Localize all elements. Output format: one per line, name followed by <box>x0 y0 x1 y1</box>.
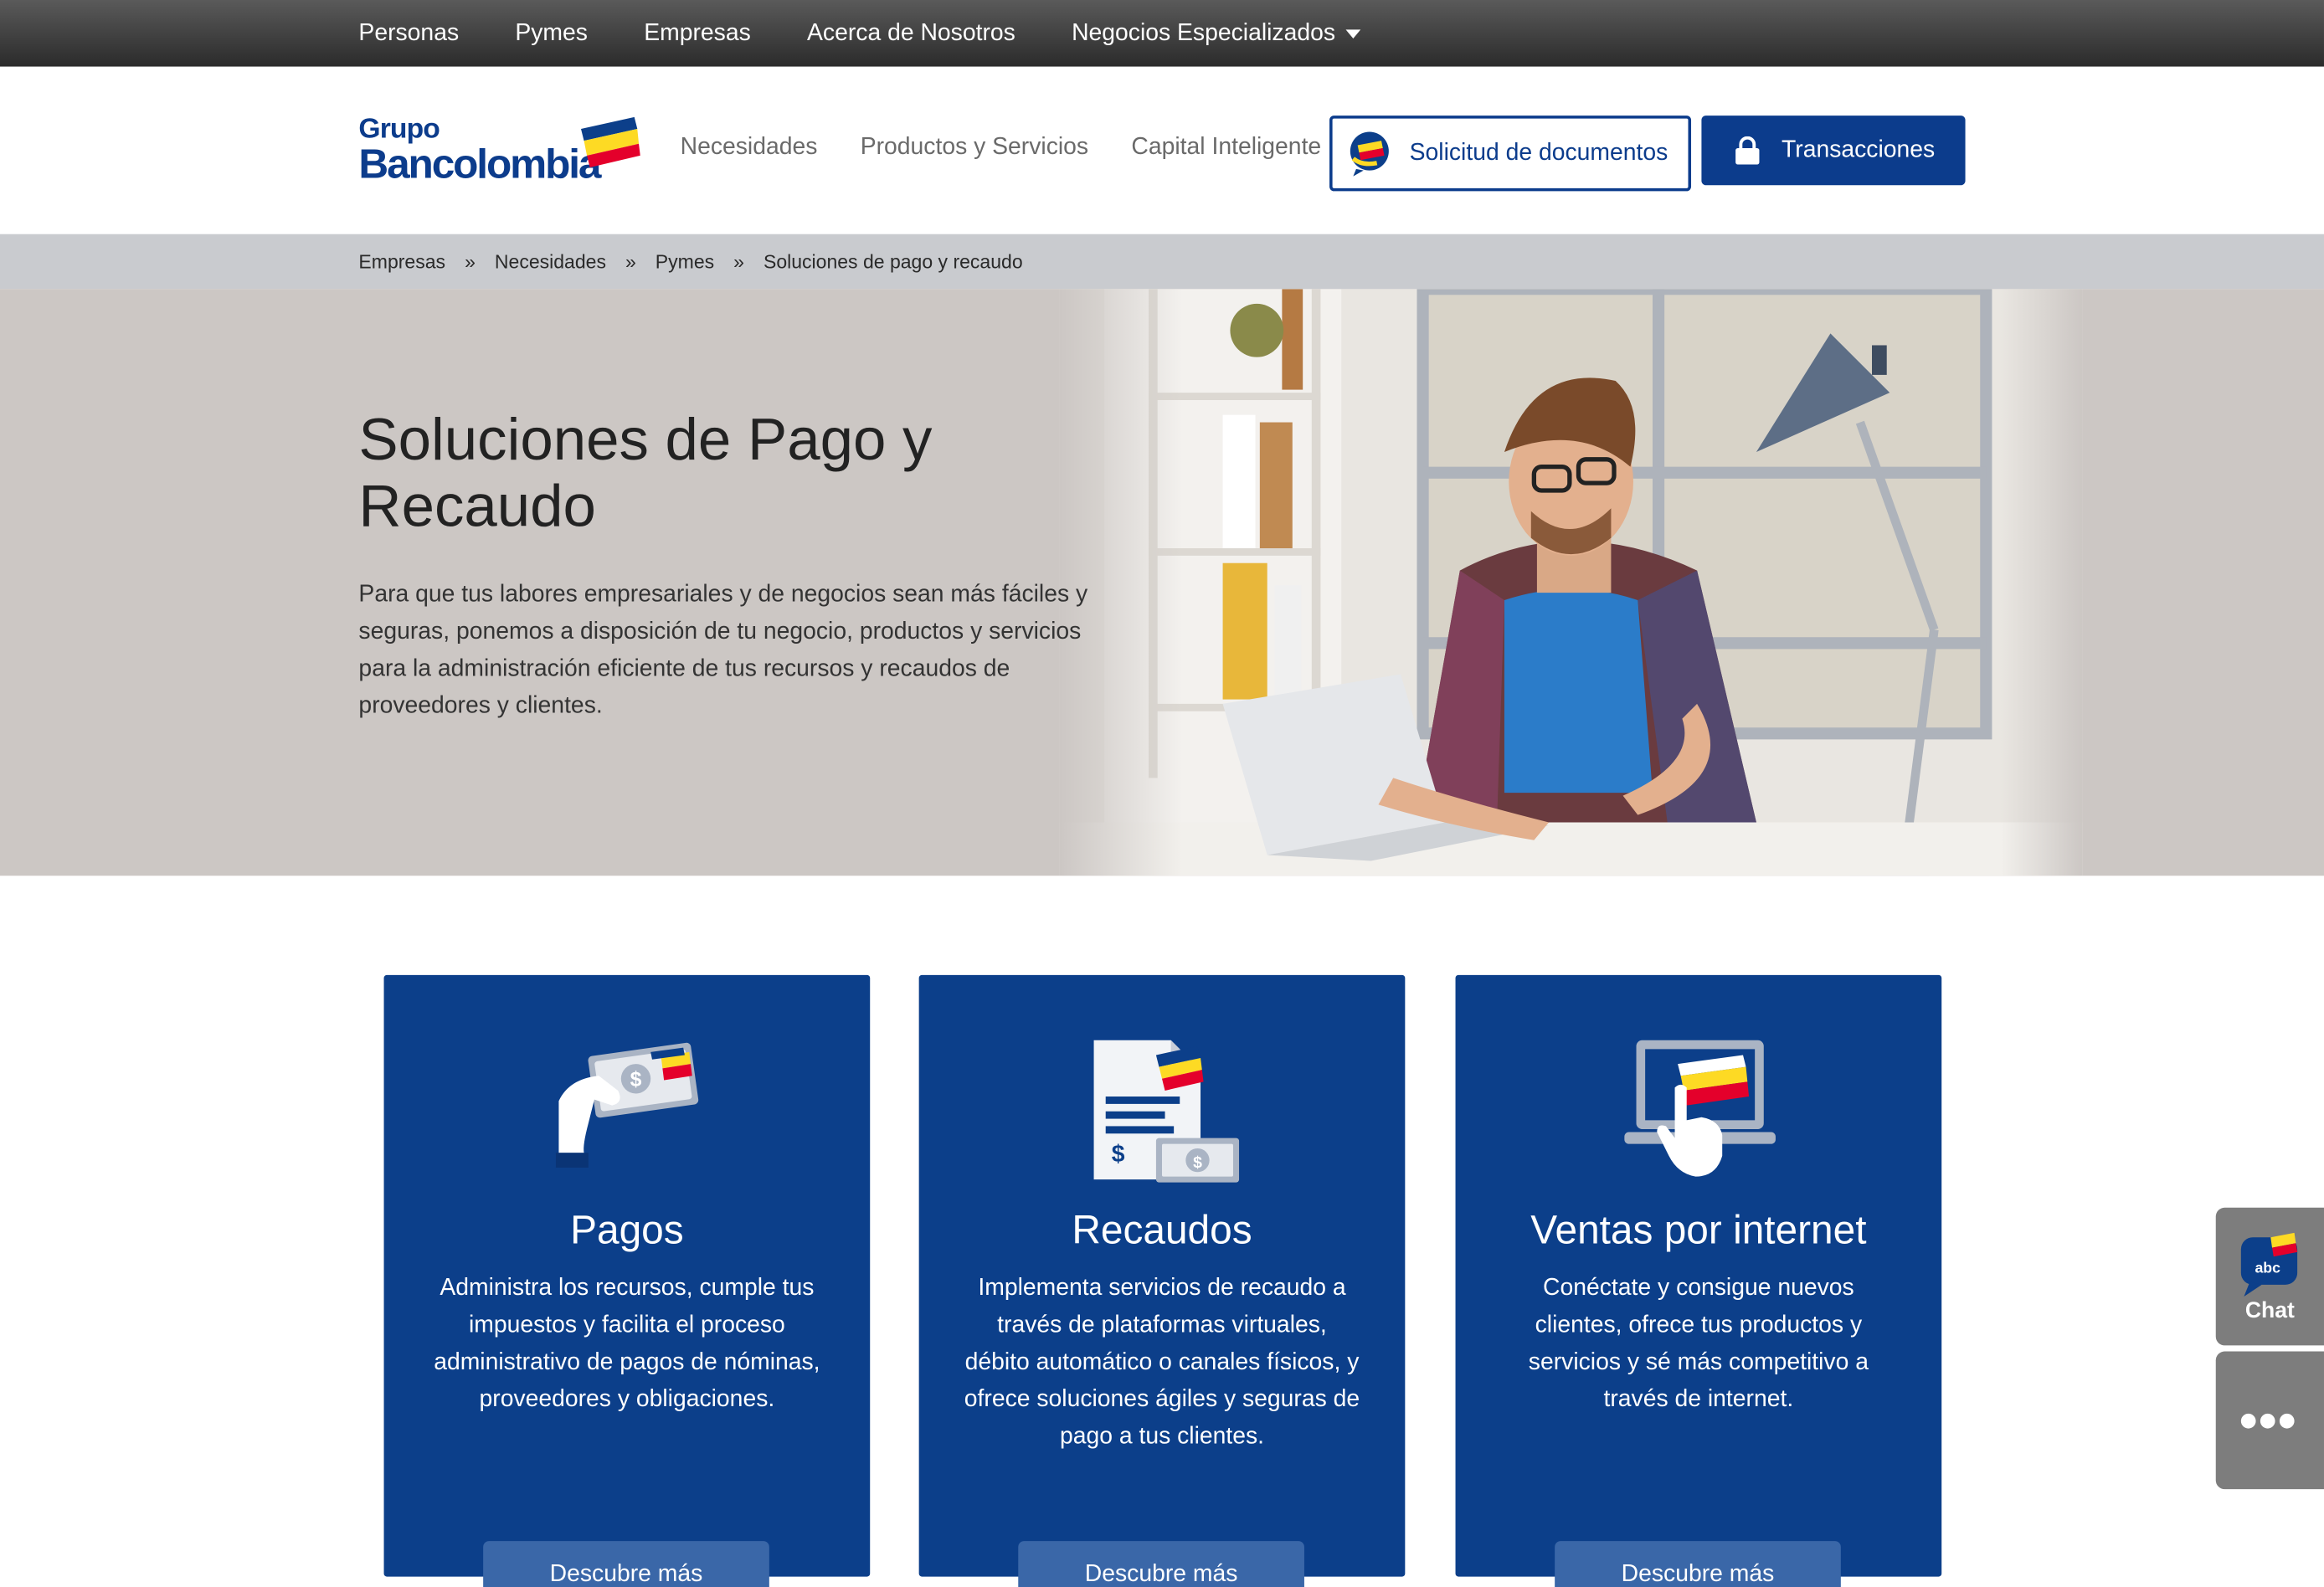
top-nav-negocios-label: Negocios Especializados <box>1072 19 1335 45</box>
logo-line-2: Bancolombia <box>358 141 601 187</box>
nav-capital-inteligente[interactable]: Capital Inteligente <box>1131 135 1321 162</box>
breadcrumb-current: Soluciones de pago y recaudo <box>763 250 1023 273</box>
bancolombia-logo[interactable]: Grupo Bancolombia <box>358 114 640 188</box>
top-nav: Personas Pymes Empresas Acerca de Nosotr… <box>358 0 1417 67</box>
chat-label: Chat <box>2244 1297 2295 1323</box>
card-pagos: $ Pagos Administra los recursos, cumple … <box>383 974 871 1587</box>
card-recaudos-text: Implementa servicios de recaudo a través… <box>964 1276 1360 1450</box>
chat-widget-button[interactable]: abc Chat <box>2215 1207 2324 1346</box>
site-header: Grupo Bancolombia Necesidades Productos … <box>0 66 2324 234</box>
top-nav-acerca[interactable]: Acerca de Nosotros <box>807 20 1015 47</box>
breadcrumb-separator: » <box>465 250 476 273</box>
breadcrumb-separator: » <box>625 250 636 273</box>
top-nav-pymes[interactable]: Pymes <box>515 20 588 47</box>
hero-banner: Soluciones de Pago y Recaudo Para que tu… <box>0 289 2324 876</box>
svg-text:$: $ <box>630 1069 642 1091</box>
card-ventas-internet: Ventas por internet Conéctate y consigue… <box>1455 974 1942 1587</box>
card-ventas-title: Ventas por internet <box>1530 1207 1867 1252</box>
ellipsis-icon <box>2240 1413 2299 1429</box>
more-options-button[interactable] <box>2215 1351 2324 1490</box>
logo-flag-icon <box>580 116 640 168</box>
card-pagos-more-button[interactable]: Descubre más <box>483 1541 769 1587</box>
caret-down-icon <box>1345 28 1361 39</box>
hero-description: Para que tus labores empresariales y de … <box>358 582 1088 719</box>
svg-text:$: $ <box>1193 1153 1202 1172</box>
hand-card-payment-icon: $ <box>555 1042 699 1168</box>
top-navigation-bar: Personas Pymes Empresas Acerca de Nosotr… <box>0 0 2324 67</box>
breadcrumb-separator: » <box>733 250 744 273</box>
nav-necesidades[interactable]: Necesidades <box>681 135 818 162</box>
breadcrumb-pymes[interactable]: Pymes <box>656 250 714 273</box>
breadcrumb: Empresas » Necesidades » Pymes » Solucio… <box>0 234 2324 290</box>
transactions-label: Transacciones <box>1782 136 1936 162</box>
svg-text:$: $ <box>1112 1141 1125 1168</box>
invoice-money-icon: $ $ <box>1093 1040 1240 1183</box>
card-recaudos: $ $ Recaudos Implementa servicios de rec… <box>918 974 1406 1587</box>
hero-title: Soluciones de Pago y Recaudo <box>358 407 933 540</box>
card-pagos-title: Pagos <box>570 1207 684 1252</box>
nav-productos-servicios[interactable]: Productos y Servicios <box>861 135 1088 162</box>
chat-bubble-icon: abc <box>2240 1232 2298 1297</box>
transactions-button[interactable]: Transacciones <box>1701 116 1966 186</box>
card-recaudos-title: Recaudos <box>1072 1207 1252 1252</box>
chat-badge-text: abc <box>2255 1260 2280 1276</box>
top-nav-empresas[interactable]: Empresas <box>644 20 751 47</box>
card-ventas-text: Conéctate y consigue nuevos clientes, of… <box>1528 1276 1869 1413</box>
hero-photo-man-laptop <box>1059 289 2083 876</box>
breadcrumb-necesidades[interactable]: Necesidades <box>495 250 606 273</box>
breadcrumb-empresas[interactable]: Empresas <box>358 250 445 273</box>
document-request-label: Solicitud de documentos <box>1409 140 1668 166</box>
top-nav-personas[interactable]: Personas <box>358 20 459 47</box>
main-navigation: Necesidades Productos y Servicios Capita… <box>681 135 1365 162</box>
card-ventas-more-button[interactable]: Descubre más <box>1555 1541 1841 1587</box>
laptop-touch-icon <box>1624 1040 1776 1177</box>
document-chat-icon <box>1350 131 1389 176</box>
lock-icon <box>1735 135 1760 164</box>
card-pagos-text: Administra los recursos, cumple tus impu… <box>434 1276 820 1413</box>
card-recaudos-more-button[interactable]: Descubre más <box>1018 1541 1304 1587</box>
document-request-button[interactable]: Solicitud de documentos <box>1329 116 1692 192</box>
top-nav-negocios-especializados[interactable]: Negocios Especializados <box>1072 19 1361 47</box>
